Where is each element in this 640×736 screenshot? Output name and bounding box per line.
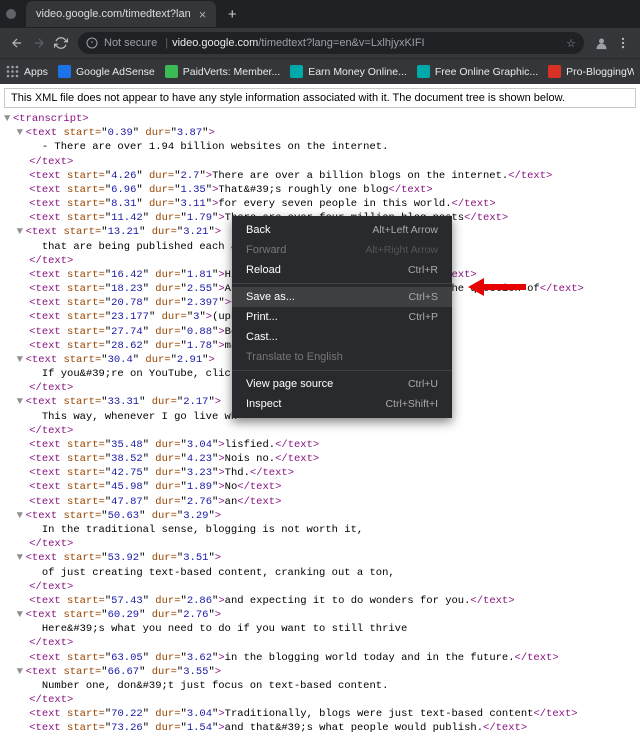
annotation-arrow: [468, 275, 528, 299]
bookmark-label: Google AdSense: [76, 66, 155, 78]
menu-print[interactable]: Print...Ctrl+P: [232, 307, 452, 327]
menu-back[interactable]: BackAlt+Left Arrow: [232, 220, 452, 240]
menu-button[interactable]: [612, 32, 634, 54]
bookmark-label: Free Online Graphic...: [435, 66, 538, 78]
bookmark-label: PaidVerts: Member...: [183, 66, 280, 78]
tab-title: video.google.com/timedtext?lan: [36, 8, 191, 20]
bookmark-favicon: [290, 65, 303, 78]
close-icon[interactable]: ×: [199, 7, 207, 22]
caret-icon[interactable]: ▼: [17, 395, 26, 409]
bookmark-favicon: [548, 65, 561, 78]
menu-translate: Translate to English: [232, 347, 452, 367]
security-status: Not secure: [104, 37, 157, 49]
bookmark-item[interactable]: Google AdSense: [58, 65, 155, 78]
new-tab-button[interactable]: +: [222, 4, 242, 24]
reload-button[interactable]: [50, 32, 72, 54]
menu-cast[interactable]: Cast...: [232, 327, 452, 347]
url-path: /timedtext?lang=en&v=LxlhjyxKIFI: [258, 37, 424, 49]
caret-icon[interactable]: ▼: [17, 608, 26, 622]
profile-icon[interactable]: [590, 32, 612, 54]
address-bar[interactable]: Not secure | video.google.com/timedtext?…: [78, 32, 584, 54]
bookmark-label: Pro-BloggingWriter...: [566, 66, 634, 78]
bookmark-label: Earn Money Online...: [308, 66, 407, 78]
apps-shortcut[interactable]: Apps: [6, 65, 48, 78]
caret-icon[interactable]: ▼: [17, 665, 26, 679]
xml-tree: ▼<transcript> ▼<text start="0.39" dur="3…: [4, 112, 636, 736]
xml-notice: This XML file does not appear to have an…: [4, 88, 636, 108]
bookmark-label: Apps: [24, 66, 48, 78]
caret-icon[interactable]: ▼: [4, 112, 13, 126]
window-control[interactable]: [6, 9, 16, 19]
bookmark-favicon: [417, 65, 430, 78]
bookmark-item[interactable]: Earn Money Online...: [290, 65, 407, 78]
bookmark-favicon: [165, 65, 178, 78]
tab-bar: video.google.com/timedtext?lan × +: [0, 0, 640, 28]
menu-reload[interactable]: ReloadCtrl+R: [232, 260, 452, 280]
forward-button: [28, 32, 50, 54]
caret-icon[interactable]: ▼: [17, 509, 26, 523]
bookmark-star-icon[interactable]: ☆: [566, 37, 576, 50]
caret-icon[interactable]: ▼: [17, 225, 26, 239]
bookmark-item[interactable]: PaidVerts: Member...: [165, 65, 280, 78]
url-host: video.google.com: [172, 37, 258, 49]
bookmark-item[interactable]: Pro-BloggingWriter...: [548, 65, 634, 78]
menu-forward: ForwardAlt+Right Arrow: [232, 240, 452, 260]
caret-icon[interactable]: ▼: [17, 126, 26, 140]
browser-chrome: video.google.com/timedtext?lan × + Not s…: [0, 0, 640, 84]
caret-icon[interactable]: ▼: [17, 551, 26, 565]
menu-save-as[interactable]: Save as...Ctrl+S: [232, 287, 452, 307]
browser-tab[interactable]: video.google.com/timedtext?lan ×: [26, 1, 216, 27]
menu-inspect[interactable]: InspectCtrl+Shift+I: [232, 394, 452, 414]
menu-view-source[interactable]: View page sourceCtrl+U: [232, 374, 452, 394]
context-menu: BackAlt+Left Arrow ForwardAlt+Right Arro…: [232, 216, 452, 418]
bookmark-item[interactable]: Free Online Graphic...: [417, 65, 538, 78]
nav-bar: Not secure | video.google.com/timedtext?…: [0, 28, 640, 58]
bookmarks-bar: Apps Google AdSense PaidVerts: Member... E…: [0, 58, 640, 84]
bookmark-favicon: [58, 65, 71, 78]
back-button[interactable]: [6, 32, 28, 54]
caret-icon[interactable]: ▼: [17, 353, 26, 367]
apps-icon: [6, 65, 19, 78]
